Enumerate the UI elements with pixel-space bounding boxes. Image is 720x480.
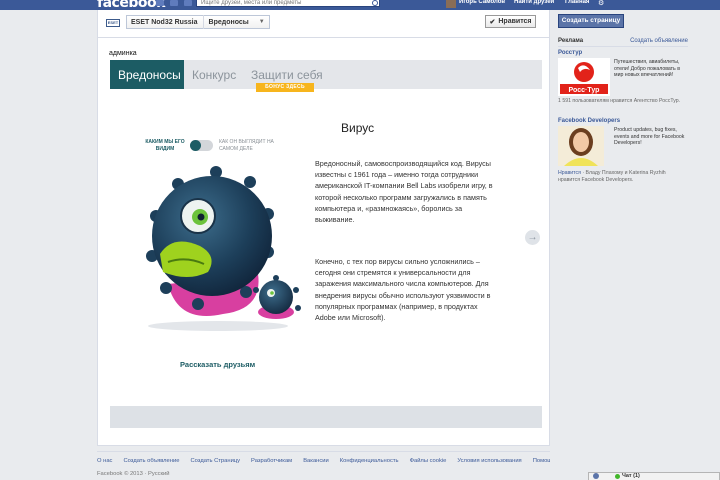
footer-link[interactable]: Создать объявление [123,458,179,468]
virus-illustration [146,166,301,331]
share-link[interactable]: Рассказать друзьям [180,360,255,369]
chat-label[interactable]: Чат (1) [622,473,640,480]
top-bar: facebook Ищите друзей, места или предмет… [0,0,720,10]
facebook-logo[interactable]: facebook [97,0,165,10]
search-icon[interactable] [372,0,378,6]
footer-link[interactable]: Помощь [533,458,550,468]
friend-requests-icon[interactable] [156,0,164,6]
tab-malware[interactable]: Вредоносы [110,60,184,89]
page-name[interactable]: ESET Nod32 Russia [131,19,198,26]
content-paragraph: Вредоносный, самовоспроизводящийся код. … [315,159,493,225]
footer-link[interactable]: О нас [97,458,112,468]
ad-image-rosstur[interactable]: Росс·Тур [558,58,610,96]
content-title: Вирус [341,121,375,135]
ad-title[interactable]: Росстур [558,50,582,56]
gear-icon[interactable]: ⚙ [598,0,604,7]
tab-bar: Вредоносы Конкурс Защити себя [110,60,542,89]
ad-text[interactable]: Путешествия, авиабилеты, отели! Добро по… [614,59,688,79]
eset-logo: ESET [106,19,120,27]
footer-link[interactable]: Создать Страницу [190,458,240,468]
profile-link[interactable]: Игорь Самолов [459,0,505,5]
avatar[interactable] [446,0,456,8]
ad-likes: 1 591 пользователям нравится Агентство Р… [558,98,681,104]
page-header: ESET ESET Nod32 Russia Вредоносы ▼ ✔ Нра… [97,10,550,38]
home-link[interactable]: Главная [565,0,589,5]
breadcrumb-divider [202,15,204,29]
like-label: Нравится [498,18,532,25]
chat-bar[interactable]: Чат (1) [588,472,720,480]
app-card: админка Вредоносы Конкурс Защити себя БО… [97,38,550,446]
small-virus-body [259,280,293,314]
ad-image-developers[interactable] [558,126,604,166]
virus-pupil [197,213,205,221]
footer-link[interactable]: Конфиденциальность [340,458,399,468]
footer-link[interactable]: Файлы cookie [410,458,447,468]
rosstur-emblem [574,62,594,82]
check-icon: ✔ [489,18,496,26]
toggle-left-label: КАКИМ МЫ ЕГО ВИДИМ [145,139,185,152]
like-button[interactable]: ✔ Нравится [485,15,536,28]
chat-icon[interactable] [593,473,599,479]
app-name[interactable]: Вредоносы [209,19,249,26]
copyright: Facebook © 2013 · Русский [97,471,170,477]
ad-likes: Нравится · Владу Плахому и Katerina Ryzh… [558,170,688,183]
ad-title[interactable]: Facebook Developers [558,118,620,124]
rosstur-logo-text: Росс·Тур [569,87,600,94]
online-status-icon [615,474,620,479]
like-ad-link[interactable]: Нравится [558,170,581,176]
ads-title: Реклама [558,38,584,44]
search-input[interactable]: Ищите друзей, места или предметы [196,0,380,7]
footer-link[interactable]: Разработчикам [251,458,292,468]
small-virus-pupil [270,291,274,295]
create-ad-link[interactable]: Создать объявление [630,38,688,44]
card-footer-bar [110,406,542,428]
messages-icon[interactable] [170,0,178,6]
admin-label[interactable]: админка [109,50,137,57]
footer-link[interactable]: Вакансии [303,458,329,468]
content-paragraph: Конечно, с тех пор вирусы сильно усложни… [315,257,491,323]
view-toggle[interactable] [190,140,213,151]
footer-link[interactable]: Условия использования [457,458,521,468]
ad-text[interactable]: Product updates, bug fixes, events and m… [614,127,688,147]
find-friends-link[interactable]: Найти друзей [514,0,554,5]
ads-header: Реклама Создать объявление [558,38,688,44]
next-arrow-icon[interactable]: → [525,230,540,245]
tab-contest[interactable]: Конкурс [184,60,244,89]
footer-links: О нас Создать объявление Создать Страниц… [97,458,550,468]
toggle-right-label: КАК ОН ВЫГЛЯДИТ НА САМОМ ДЕЛЕ [219,139,274,152]
bonus-badge[interactable]: БОНУС ЗДЕСЬ [256,83,314,92]
shadow [148,321,288,331]
create-page-button[interactable]: Создать страницу [558,14,624,28]
chevron-down-icon[interactable]: ▼ [259,19,265,25]
divider [558,46,688,47]
divider [97,451,550,452]
toggle-knob[interactable] [190,140,201,151]
breadcrumb[interactable]: ESET Nod32 Russia Вредоносы ▼ [126,15,270,29]
notification-icons [156,0,192,6]
virus-body [152,176,272,296]
person-face [573,132,589,152]
notifications-icon[interactable] [184,0,192,6]
